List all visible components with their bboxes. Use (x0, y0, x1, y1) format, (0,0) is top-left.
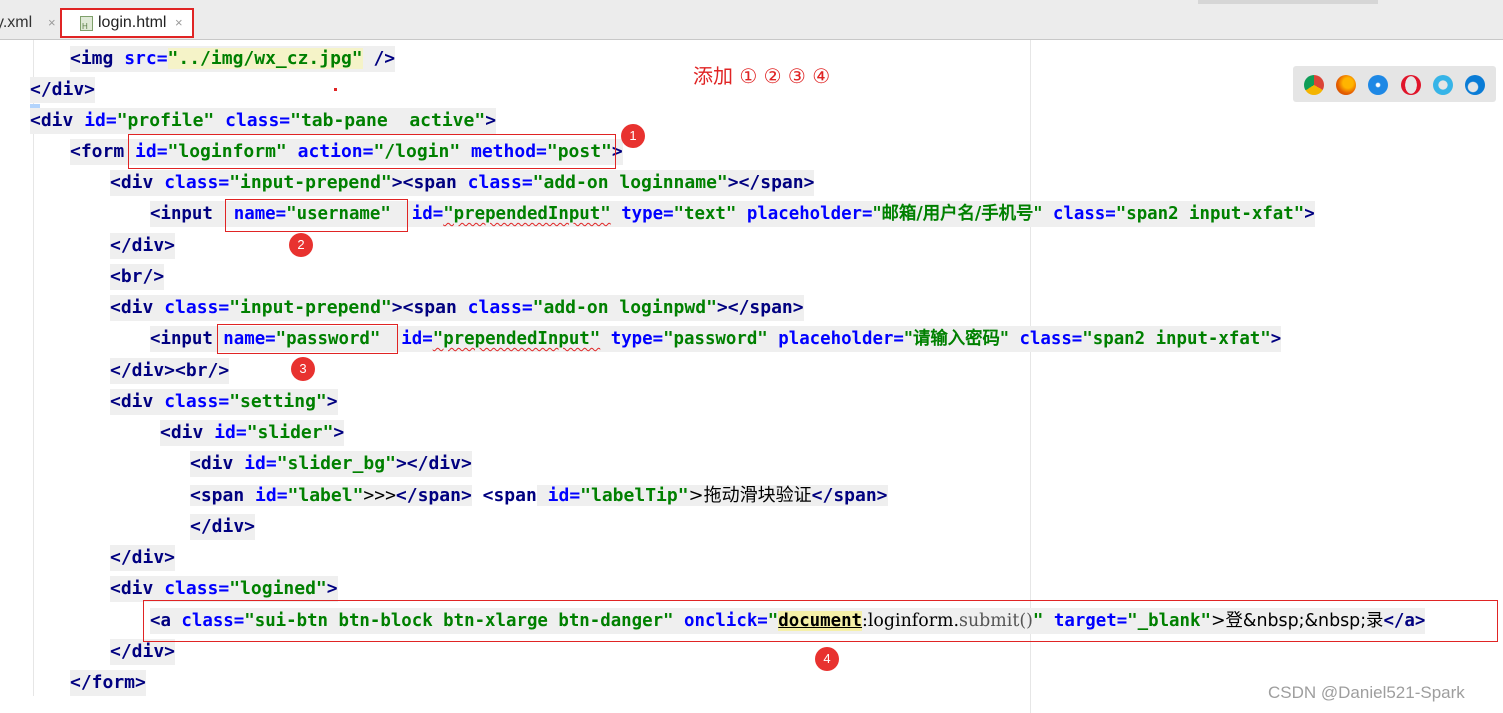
code-line-10[interactable]: <input name="password" id="prependedInpu… (150, 326, 1282, 352)
tab-label: y.xml (0, 14, 33, 31)
badge-2: 2 (289, 233, 313, 257)
edge-icon[interactable] (1465, 75, 1485, 95)
code-line-11[interactable]: </div><br/> (110, 358, 230, 384)
tab-label: login.html (98, 14, 167, 31)
browser-preview-bar (1293, 66, 1496, 102)
code-line-5[interactable]: <div class="input-prepend"><span class="… (110, 170, 815, 196)
close-icon[interactable]: × (48, 8, 56, 38)
code-line-2[interactable]: </div> (30, 77, 96, 103)
badge-1: 1 (621, 124, 645, 148)
code-line-1[interactable]: <img src="../img/wx_cz.jpg" /> (70, 46, 396, 72)
tab-login-html[interactable]: H login.html × (60, 8, 194, 38)
badge-4: 4 (815, 647, 839, 671)
code-line-7[interactable]: </div> (110, 233, 176, 259)
annotation-dot (334, 88, 337, 91)
code-line-6[interactable]: <input name="username" id="prependedInpu… (150, 201, 1315, 227)
code-line-14[interactable]: <div id="slider_bg"></div> (190, 451, 472, 477)
code-line-3[interactable]: <div id="profile" class="tab-pane active… (30, 108, 497, 134)
code-line-13[interactable]: <div id="slider"> (160, 420, 345, 446)
code-line-4[interactable]: <form id="loginform" action="/login" met… (70, 139, 623, 165)
code-line-16[interactable]: </div> (190, 514, 256, 540)
watermark: CSDN @Daniel521-Spark (1268, 683, 1465, 702)
chrome-icon[interactable] (1304, 75, 1324, 95)
badge-3: 3 (291, 357, 315, 381)
code-line-18[interactable]: <div class="logined"> (110, 576, 338, 602)
code-line-21[interactable]: </form> (70, 670, 146, 696)
opera-icon[interactable] (1401, 75, 1421, 95)
close-icon[interactable]: × (175, 15, 183, 30)
ie-icon[interactable] (1433, 75, 1453, 95)
html-file-icon: H (80, 16, 93, 31)
code-line-9[interactable]: <div class="input-prepend"><span class="… (110, 295, 804, 321)
code-line-20[interactable]: </div> (110, 639, 176, 665)
code-line-12[interactable]: <div class="setting"> (110, 389, 338, 415)
toolbar-divider (1198, 0, 1378, 4)
indent-guide (33, 40, 34, 696)
tab-y-xml[interactable]: y.xml × (0, 8, 60, 38)
code-line-8[interactable]: <br/> (110, 264, 165, 290)
firefox-icon[interactable] (1336, 75, 1356, 95)
code-line-15[interactable]: <span id="label">>></span> <span id="lab… (190, 483, 888, 509)
editor-tab-bar: y.xml × H login.html × (0, 0, 1503, 40)
safari-icon[interactable] (1368, 75, 1388, 95)
annotation-title: 添加 ① ② ③ ④ (693, 64, 831, 88)
code-line-17[interactable]: </div> (110, 545, 176, 571)
code-line-19[interactable]: <a class="sui-btn btn-block btn-xlarge b… (150, 608, 1426, 634)
